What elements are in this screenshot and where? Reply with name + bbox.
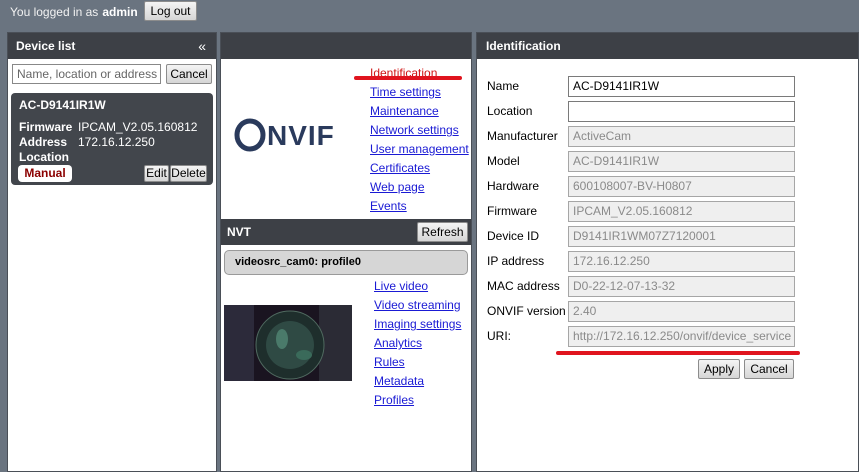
address-value: 172.16.12.250	[78, 135, 155, 149]
menu-events[interactable]: Events	[370, 197, 469, 216]
location-input[interactable]	[568, 101, 795, 122]
mac-address-label: MAC address	[487, 279, 560, 293]
device-id-label: Device ID	[487, 229, 540, 243]
device-card[interactable]: AC-D9141IR1W Firmware IPCAM_V2.05.160812…	[11, 93, 213, 185]
edit-button[interactable]: Edit	[144, 165, 169, 182]
identification-panel: Identification Name AC-D9141IR1W Locatio…	[476, 32, 859, 472]
menu-profiles[interactable]: Profiles	[374, 391, 461, 410]
uri-label: URI:	[487, 329, 511, 343]
username: admin	[102, 5, 138, 19]
mac-address-field: D0-22-12-07-13-32	[568, 276, 795, 297]
ip-address-field: 172.16.12.250	[568, 251, 795, 272]
firmware-label: Firmware	[19, 120, 73, 134]
login-status: You logged in as admin	[10, 5, 138, 19]
menu-metadata[interactable]: Metadata	[374, 372, 461, 391]
apply-button[interactable]: Apply	[698, 359, 740, 379]
refresh-button[interactable]: Refresh	[417, 222, 468, 242]
manufacturer-label: Manufacturer	[487, 129, 558, 143]
menu-certificates[interactable]: Certificates	[370, 159, 469, 178]
location-label: Location	[487, 104, 533, 118]
device-menu: Identification Time settings Maintenance…	[370, 64, 469, 216]
name-label: Name	[487, 79, 520, 93]
device-menu-panel: NVIF Identification Time settings Mainte…	[220, 32, 472, 472]
annotation-underline	[556, 351, 800, 355]
menu-network-settings[interactable]: Network settings	[370, 121, 469, 140]
menu-video-streaming[interactable]: Video streaming	[374, 296, 461, 315]
onvif-logo-text: NVIF	[267, 120, 335, 151]
menu-identification[interactable]: Identification	[370, 64, 469, 83]
manual-badge: Manual	[18, 165, 72, 182]
logout-button[interactable]: Log out	[144, 1, 197, 21]
annotation-underline	[354, 76, 462, 80]
device-list-panel: Device list « Name, location or address …	[7, 32, 217, 472]
name-input[interactable]: AC-D9141IR1W	[568, 76, 795, 97]
menu-analytics[interactable]: Analytics	[374, 334, 461, 353]
model-field: AC-D9141IR1W	[568, 151, 795, 172]
device-list-header: Device list «	[8, 33, 216, 59]
device-search-input[interactable]: Name, location or address	[12, 64, 161, 84]
search-cancel-button[interactable]: Cancel	[166, 64, 212, 84]
hardware-field: 600108007-BV-H0807	[568, 176, 795, 197]
middle-header	[221, 33, 471, 59]
location-label: Location	[19, 150, 69, 164]
manufacturer-field: ActiveCam	[568, 126, 795, 147]
device-list-title: Device list	[16, 39, 76, 53]
menu-user-management[interactable]: User management	[370, 140, 469, 159]
nvt-menu: Live video Video streaming Imaging setti…	[374, 277, 461, 410]
video-preview[interactable]	[224, 305, 352, 381]
delete-button[interactable]: Delete	[170, 165, 207, 182]
model-label: Model	[487, 154, 520, 168]
device-name: AC-D9141IR1W	[19, 98, 106, 112]
onvif-version-label: ONVIF version	[487, 304, 566, 318]
firmware-label: Firmware	[487, 204, 537, 218]
menu-rules[interactable]: Rules	[374, 353, 461, 372]
onvif-logo: NVIF	[234, 118, 335, 152]
firmware-value: IPCAM_V2.05.160812	[78, 120, 198, 134]
ip-address-label: IP address	[487, 254, 545, 268]
uri-field: http://172.16.12.250/onvif/device_servic…	[568, 326, 795, 347]
menu-maintenance[interactable]: Maintenance	[370, 102, 469, 121]
hardware-label: Hardware	[487, 179, 540, 193]
menu-time-settings[interactable]: Time settings	[370, 83, 469, 102]
profile-selector[interactable]: videosrc_cam0: profile0	[224, 250, 468, 275]
cancel-button[interactable]: Cancel	[744, 359, 794, 379]
identification-header: Identification	[477, 33, 858, 59]
login-status-label: You logged in as	[10, 5, 99, 19]
top-bar: You logged in as admin Log out	[0, 0, 859, 26]
menu-imaging-settings[interactable]: Imaging settings	[374, 315, 461, 334]
onvif-version-field: 2.40	[568, 301, 795, 322]
collapse-icon[interactable]: «	[198, 33, 206, 59]
firmware-field: IPCAM_V2.05.160812	[568, 201, 795, 222]
menu-live-video[interactable]: Live video	[374, 277, 461, 296]
menu-web-page[interactable]: Web page	[370, 178, 469, 197]
device-id-field: D9141IR1WM07Z7120001	[568, 226, 795, 247]
address-label: Address	[19, 135, 68, 149]
